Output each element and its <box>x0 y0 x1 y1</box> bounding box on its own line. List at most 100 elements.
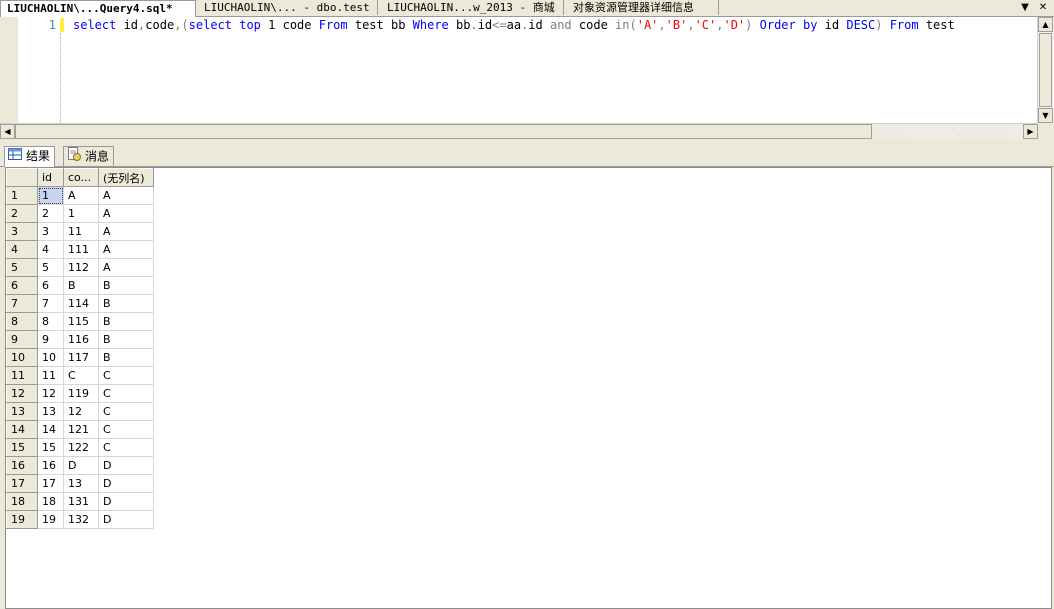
tab-messages[interactable]: 消息 <box>63 146 115 166</box>
row-number-header[interactable]: 7 <box>6 294 38 313</box>
row-number-header[interactable]: 5 <box>6 258 38 277</box>
editor-vertical-scrollbar[interactable]: ▲ ▼ <box>1037 17 1054 123</box>
cell-id[interactable]: 16 <box>37 456 64 475</box>
cell-code[interactable]: B <box>63 276 99 295</box>
row-number-header[interactable]: 11 <box>6 366 38 385</box>
cell-code[interactable]: 131 <box>63 492 99 511</box>
cell-id[interactable]: 11 <box>37 366 64 385</box>
cell-unnamed[interactable]: B <box>98 312 154 331</box>
cell-id[interactable]: 7 <box>37 294 64 313</box>
row-number-header[interactable]: 8 <box>6 312 38 331</box>
row-number-header[interactable]: 10 <box>6 348 38 367</box>
cell-code[interactable]: 13 <box>63 474 99 493</box>
row-number-header[interactable]: 17 <box>6 474 38 493</box>
cell-id[interactable]: 4 <box>37 240 64 259</box>
close-tab-icon[interactable]: ✕ <box>1036 1 1050 14</box>
results-grid[interactable]: id co... (无列名) 1 1 A A 2 2 1 A 3 3 11 A 4 4 111 A 5 5 112 A… <box>6 168 154 529</box>
table-row[interactable]: 15 15 122 C <box>6 438 154 457</box>
cell-code[interactable]: 132 <box>63 510 99 529</box>
code-line-1[interactable]: select id,code,(select top 1 code From t… <box>73 17 1037 33</box>
row-number-header[interactable]: 12 <box>6 384 38 403</box>
table-row[interactable]: 11 11 C C <box>6 366 154 385</box>
cell-code[interactable]: 112 <box>63 258 99 277</box>
cell-unnamed[interactable]: A <box>98 204 154 223</box>
cell-unnamed[interactable]: C <box>98 366 154 385</box>
cell-id[interactable]: 2 <box>37 204 64 223</box>
table-row[interactable]: 17 17 13 D <box>6 474 154 493</box>
row-number-header[interactable]: 14 <box>6 420 38 439</box>
cell-unnamed[interactable]: C <box>98 384 154 403</box>
table-row[interactable]: 18 18 131 D <box>6 492 154 511</box>
cell-code[interactable]: 116 <box>63 330 99 349</box>
table-row[interactable]: 9 9 116 B <box>6 330 154 349</box>
cell-code[interactable]: 12 <box>63 402 99 421</box>
cell-id[interactable]: 1 <box>37 186 64 205</box>
cell-code[interactable]: 11 <box>63 222 99 241</box>
table-row[interactable]: 5 5 112 A <box>6 258 154 277</box>
row-number-header[interactable]: 19 <box>6 510 38 529</box>
cell-unnamed[interactable]: A <box>98 258 154 277</box>
row-number-header[interactable]: 9 <box>6 330 38 349</box>
doc-tab-object-explorer-details[interactable]: 对象资源管理器详细信息 <box>567 0 719 15</box>
editor-horizontal-scrollbar[interactable]: ◀ ▶ <box>0 123 1038 139</box>
table-row[interactable]: 8 8 115 B <box>6 312 154 331</box>
table-row[interactable]: 13 13 12 C <box>6 402 154 421</box>
cell-code[interactable]: 122 <box>63 438 99 457</box>
cell-unnamed[interactable]: C <box>98 402 154 421</box>
doc-tab-query4[interactable]: LIUCHAOLIN\...Query4.sql* <box>0 0 196 17</box>
cell-code[interactable]: D <box>63 456 99 475</box>
table-row[interactable]: 221A <box>6 204 154 223</box>
scroll-right-icon[interactable]: ▶ <box>1023 124 1038 139</box>
column-header-unnamed[interactable]: (无列名) <box>98 168 154 187</box>
table-row[interactable]: 14 14 121 C <box>6 420 154 439</box>
scroll-down-icon[interactable]: ▼ <box>1038 108 1053 123</box>
cell-unnamed[interactable]: A <box>98 222 154 241</box>
cell-code[interactable]: C <box>63 366 99 385</box>
cell-unnamed[interactable]: D <box>98 474 154 493</box>
table-row[interactable]: 10 10 117 B <box>6 348 154 367</box>
row-number-header[interactable]: 2 <box>6 204 38 223</box>
grid-corner-cell[interactable] <box>6 168 38 187</box>
scroll-left-icon[interactable]: ◀ <box>0 124 15 139</box>
cell-id[interactable]: 8 <box>37 312 64 331</box>
cell-code[interactable]: A <box>63 186 99 205</box>
cell-unnamed[interactable]: C <box>98 438 154 457</box>
cell-unnamed[interactable]: D <box>98 510 154 529</box>
row-number-header[interactable]: 3 <box>6 222 38 241</box>
cell-code[interactable]: 114 <box>63 294 99 313</box>
cell-unnamed[interactable]: A <box>98 186 154 205</box>
cell-unnamed[interactable]: C <box>98 420 154 439</box>
query-editor[interactable]: 1 select id,code,(select top 1 code From… <box>0 17 1054 123</box>
cell-id[interactable]: 5 <box>37 258 64 277</box>
row-number-header[interactable]: 6 <box>6 276 38 295</box>
cell-id[interactable]: 6 <box>37 276 64 295</box>
table-row[interactable]: 19 19 132 D <box>6 510 154 529</box>
row-number-header[interactable]: 1 <box>6 186 38 205</box>
table-row[interactable]: 11AA <box>6 186 154 205</box>
cell-code[interactable]: 1 <box>63 204 99 223</box>
cell-unnamed[interactable]: B <box>98 330 154 349</box>
row-number-header[interactable]: 13 <box>6 402 38 421</box>
table-row[interactable]: 4 4 111 A <box>6 240 154 259</box>
cell-id[interactable]: 15 <box>37 438 64 457</box>
row-number-header[interactable]: 18 <box>6 492 38 511</box>
cell-id[interactable]: 3 <box>37 222 64 241</box>
doc-tab-shangcheng[interactable]: LIUCHAOLIN...w_2013 - 商城 <box>381 0 564 15</box>
cell-code[interactable]: 115 <box>63 312 99 331</box>
cell-id[interactable]: 14 <box>37 420 64 439</box>
cell-code[interactable]: 117 <box>63 348 99 367</box>
cell-unnamed[interactable]: D <box>98 456 154 475</box>
tab-results[interactable]: 结果 <box>4 146 56 167</box>
cell-code[interactable]: 121 <box>63 420 99 439</box>
results-pane[interactable]: id co... (无列名) 1 1 A A 2 2 1 A 3 3 11 A 4 4 111 A 5 5 112 A… <box>5 167 1052 609</box>
cell-id[interactable]: 13 <box>37 402 64 421</box>
cell-id[interactable]: 18 <box>37 492 64 511</box>
table-row[interactable]: 12 12 119 C <box>6 384 154 403</box>
cell-unnamed[interactable]: B <box>98 348 154 367</box>
cell-code[interactable]: 119 <box>63 384 99 403</box>
row-number-header[interactable]: 4 <box>6 240 38 259</box>
cell-id[interactable]: 9 <box>37 330 64 349</box>
row-number-header[interactable]: 15 <box>6 438 38 457</box>
horizontal-scroll-thumb[interactable] <box>15 124 872 139</box>
table-row[interactable]: 3 3 11 A <box>6 222 154 241</box>
